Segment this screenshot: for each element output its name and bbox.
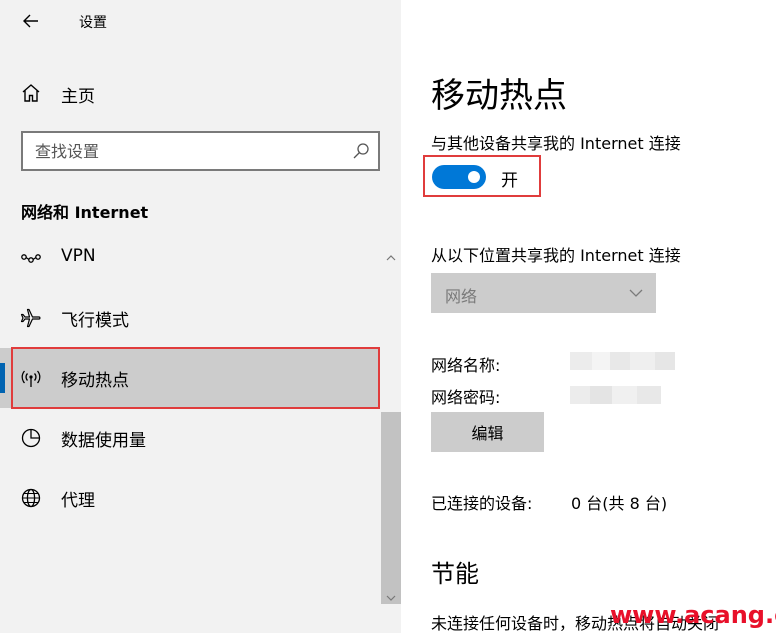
sidebar-item-label: VPN (61, 246, 96, 266)
search-input[interactable] (35, 133, 335, 169)
sidebar-item-airplane-mode[interactable]: 飞行模式 (0, 288, 380, 348)
page-title: 移动热点 (431, 76, 567, 116)
back-button[interactable] (18, 8, 46, 34)
hotspot-icon (20, 367, 42, 389)
sidebar-scrollbar[interactable] (381, 244, 401, 616)
network-select-value: 网络 (445, 287, 478, 306)
sidebar-item-label: 主页 (61, 87, 95, 107)
sidebar-item-label: 移动热点 (61, 371, 129, 391)
network-password-label: 网络密码: (431, 388, 501, 407)
toggle-state-label: 开 (501, 171, 518, 191)
share-from-label: 从以下位置共享我的 Internet 连接 (431, 246, 681, 265)
globe-icon (20, 487, 42, 509)
network-name-label: 网络名称: (431, 356, 501, 375)
title-bar: 设置 (0, 0, 401, 42)
sidebar-item-vpn[interactable]: VPN (0, 228, 380, 288)
power-saving-heading: 节能 (431, 560, 479, 588)
connected-devices-value: 0 台(共 8 台) (571, 494, 668, 513)
scroll-down-icon[interactable] (385, 592, 397, 604)
sidebar-item-data-usage[interactable]: 数据使用量 (0, 408, 380, 468)
sidebar-item-label: 代理 (61, 491, 95, 511)
sidebar-item-home[interactable]: 主页 (0, 72, 401, 114)
chevron-down-icon (629, 289, 643, 297)
scroll-up-icon[interactable] (385, 252, 397, 264)
search-icon (353, 143, 369, 159)
scrollbar-thumb[interactable] (381, 412, 401, 604)
sidebar-item-label: 飞行模式 (61, 311, 129, 331)
toggle-knob (468, 171, 480, 183)
network-name-value-redacted (570, 352, 680, 370)
airplane-icon (20, 307, 42, 329)
main-content: 移动热点 与其他设备共享我的 Internet 连接 开 从以下位置共享我的 I… (401, 0, 776, 633)
back-arrow-icon (23, 14, 38, 28)
watermark: www.acang.cn (610, 601, 776, 629)
sidebar-item-proxy[interactable]: 代理 (0, 468, 380, 528)
hotspot-toggle[interactable] (432, 165, 486, 189)
sidebar-item-label: 数据使用量 (61, 431, 146, 451)
vpn-icon (20, 247, 42, 269)
edit-button[interactable]: 编辑 (431, 412, 544, 452)
data-usage-icon (20, 427, 42, 449)
share-connection-label: 与其他设备共享我的 Internet 连接 (431, 134, 681, 153)
selected-indicator (0, 363, 5, 393)
home-icon (20, 82, 42, 104)
app-title: 设置 (79, 15, 107, 31)
search-box[interactable] (21, 131, 380, 171)
network-password-value-redacted (570, 386, 665, 404)
section-heading: 网络和 Internet (21, 203, 149, 222)
network-select: 网络 (431, 273, 656, 313)
sidebar-item-mobile-hotspot[interactable]: 移动热点 (0, 348, 380, 408)
sidebar: 设置 主页 网络和 Internet VPN 飞行模式 移动热点 数据 (0, 0, 401, 633)
connected-devices-label: 已连接的设备: (431, 494, 533, 513)
